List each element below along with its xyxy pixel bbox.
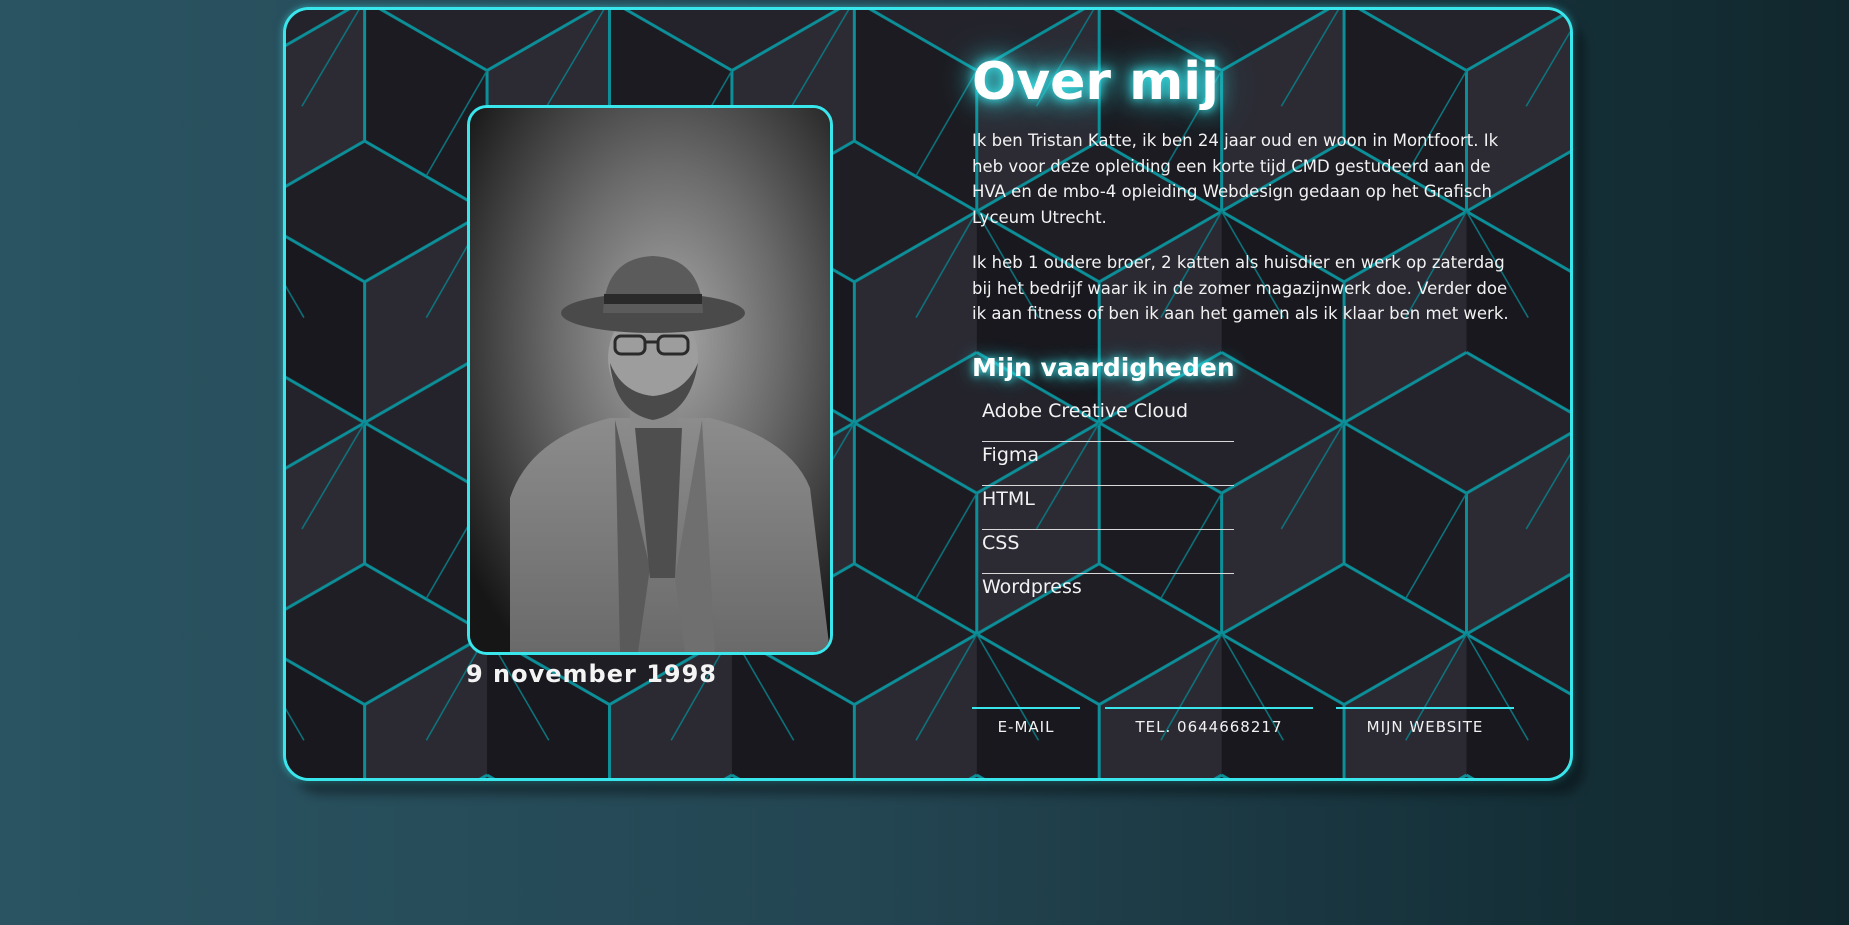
profile-photo: [467, 105, 833, 655]
skill-item: Figma: [982, 442, 1234, 486]
about-paragraph-1: Ik ben Tristan Katte, ik ben 24 jaar oud…: [972, 131, 1499, 227]
about-content: Over mij Ik ben Tristan Katte, ik ben 24…: [972, 50, 1522, 618]
skills-list: Adobe Creative Cloud Figma HTML CSS Word…: [982, 398, 1234, 618]
about-card: 9 november 1998 Over mij Ik ben Tristan …: [283, 7, 1573, 781]
phone-link[interactable]: TEL. 0644668217: [1105, 707, 1313, 736]
website-link[interactable]: MIJN WEBSITE: [1336, 707, 1514, 736]
about-paragraph-2: Ik heb 1 oudere broer, 2 katten als huis…: [972, 253, 1509, 323]
skill-item: CSS: [982, 530, 1234, 574]
page-title: Over mij: [972, 52, 1219, 112]
skill-item: Wordpress: [982, 575, 1082, 598]
skills-title: Mijn vaardigheden: [972, 352, 1235, 382]
person-photo-icon: [470, 108, 830, 652]
contact-links: E-MAIL TEL. 0644668217 MIJN WEBSITE: [972, 707, 1517, 747]
skill-item: HTML: [982, 486, 1234, 530]
email-link[interactable]: E-MAIL: [972, 707, 1080, 736]
birthday-text: 9 november 1998: [466, 660, 718, 688]
skill-item: Adobe Creative Cloud: [982, 398, 1234, 442]
